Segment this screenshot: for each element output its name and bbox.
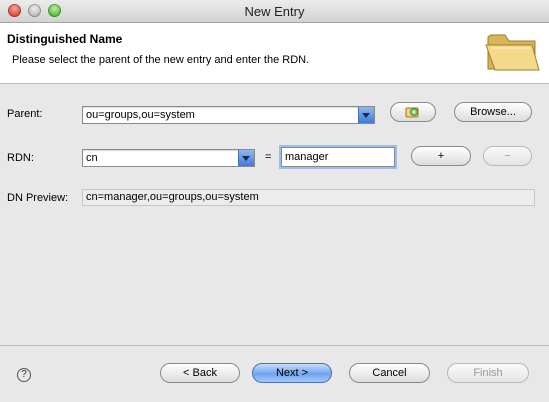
window-titlebar: New Entry (0, 0, 549, 23)
equals-sign: = (265, 151, 272, 163)
browse-button[interactable]: Browse... (454, 102, 532, 122)
page-title: Distinguished Name (7, 32, 123, 46)
rdn-label: RDN: (7, 152, 34, 164)
rdn-type-value: cn (86, 152, 98, 164)
dn-preview-label: DN Preview: (7, 192, 69, 204)
dn-preview-value: cn=manager,ou=groups,ou=system (86, 191, 259, 203)
help-icon[interactable]: ? (17, 368, 31, 382)
add-rdn-button[interactable]: + (411, 146, 471, 166)
footer-divider (0, 345, 549, 346)
folder-icon (485, 34, 540, 71)
entry-icon-button[interactable] (390, 102, 436, 122)
rdn-type-combo[interactable]: cn (82, 149, 255, 167)
chevron-down-icon[interactable] (238, 150, 254, 166)
wizard-header: Distinguished Name Please select the par… (0, 23, 549, 84)
next-button[interactable]: Next > (252, 363, 332, 383)
directory-entry-icon (405, 107, 419, 118)
rdn-value-field[interactable] (282, 148, 394, 166)
dn-preview-field: cn=manager,ou=groups,ou=system (82, 189, 535, 206)
cancel-button[interactable]: Cancel (349, 363, 430, 383)
parent-label: Parent: (7, 108, 43, 120)
chevron-down-icon[interactable] (358, 107, 374, 123)
page-description: Please select the parent of the new entr… (12, 54, 310, 66)
finish-button[interactable]: Finish (447, 363, 529, 383)
window-title: New Entry (244, 4, 305, 19)
back-button[interactable]: < Back (160, 363, 240, 383)
parent-value: ou=groups,ou=system (86, 109, 195, 121)
rdn-value-input[interactable] (281, 147, 395, 167)
remove-rdn-button[interactable]: − (483, 146, 532, 166)
parent-combo[interactable]: ou=groups,ou=system (82, 106, 375, 124)
